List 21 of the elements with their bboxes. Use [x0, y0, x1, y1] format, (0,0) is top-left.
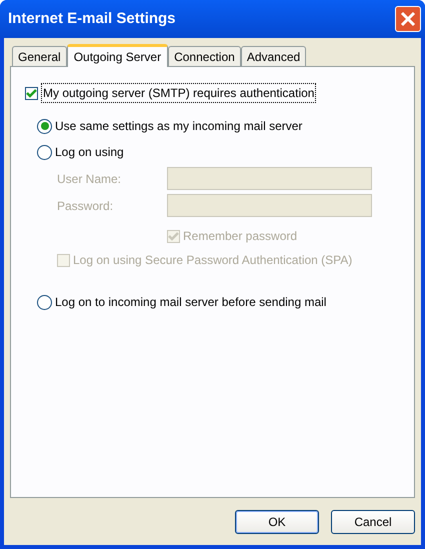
close-icon: [400, 11, 416, 27]
checkbox-label: Remember password: [183, 228, 298, 245]
checkbox-label: My outgoing server (SMTP) requires authentication: [41, 83, 316, 103]
tab[interactable]: Advanced: [240, 46, 306, 66]
radio-label: Use same settings as my incoming mail server: [55, 118, 302, 135]
checkbox[interactable]: [25, 86, 38, 100]
window-title: Internet E-mail Settings: [8, 8, 176, 29]
field-label: Password:: [57, 198, 114, 214]
checkbox-label: Log on using Secure Password Authentication (SPA): [73, 252, 352, 269]
field-label: User Name:: [57, 170, 122, 188]
radio-button[interactable]: [37, 118, 52, 134]
close-button[interactable]: [395, 6, 421, 32]
radio-button[interactable]: [37, 144, 52, 160]
radio-label: Log on to incoming mail server before sending mail: [55, 294, 326, 311]
tab[interactable]: Outgoing Server: [66, 44, 168, 67]
tab[interactable]: Connection: [168, 46, 241, 66]
radio-label: Log on using: [55, 144, 124, 161]
dialog-button[interactable]: Cancel: [331, 510, 415, 534]
tab[interactable]: General: [12, 46, 67, 66]
dialog-button[interactable]: OK: [235, 510, 319, 534]
radio-button[interactable]: [37, 294, 52, 310]
